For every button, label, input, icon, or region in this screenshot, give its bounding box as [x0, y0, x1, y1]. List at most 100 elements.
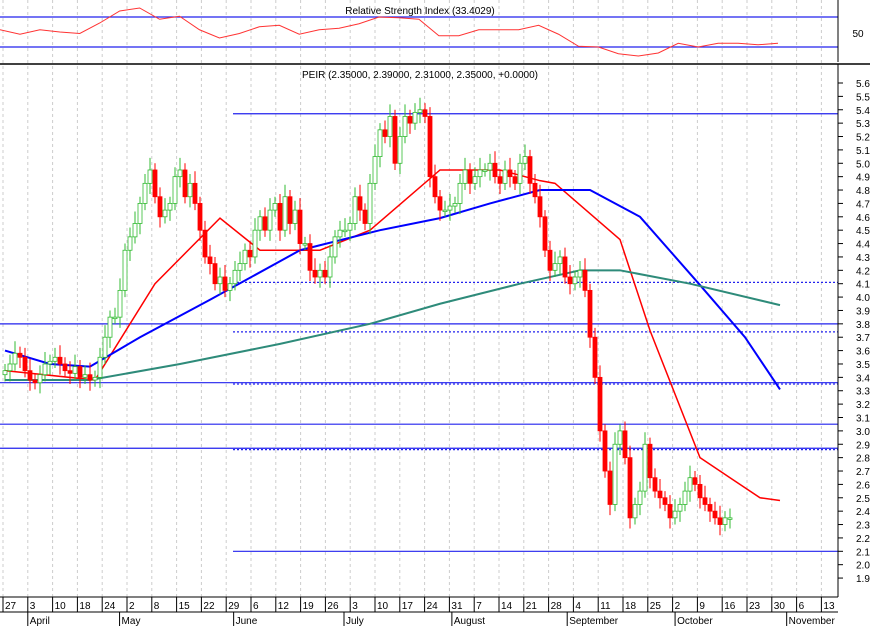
candle	[167, 196, 173, 221]
candle-body	[257, 216, 263, 231]
candle-body	[527, 156, 533, 184]
candle-body	[127, 236, 133, 251]
y-tick-label: 4.9	[856, 173, 870, 184]
candle-body	[37, 374, 43, 384]
y-tick-label: 3.3	[856, 387, 870, 398]
candle-body	[407, 116, 413, 124]
candle-body	[132, 223, 138, 238]
x-tick-label: 6	[253, 601, 259, 612]
candle-body	[187, 182, 193, 198]
candle-body	[397, 136, 403, 164]
candle	[517, 153, 523, 195]
candle	[632, 497, 638, 525]
candle	[607, 461, 613, 516]
y-axis: 5.6 5.5 5.4 5.3 5.2 5.1 5.0 4.9 4.8 4.7 4.6 4.5 4.4 4…	[837, 64, 870, 597]
candle-body	[222, 276, 228, 291]
candle	[307, 234, 313, 282]
candle-body	[147, 169, 153, 184]
candle-body	[482, 169, 488, 172]
x-tick-label: 25	[650, 601, 662, 612]
candle-body	[632, 504, 638, 519]
x-tick-label: 15	[179, 601, 191, 612]
candle-body	[367, 182, 373, 224]
candle-body	[372, 156, 378, 184]
x-axis: 27 3 10 18 24 2 8 15 22 29 6 12 19 26 3 10 17 24 31 7 14 21 28…	[0, 596, 838, 627]
candle	[37, 365, 43, 394]
x-tick-label: 2	[675, 601, 681, 612]
candle	[27, 358, 33, 391]
candle-body	[182, 169, 188, 198]
candle-body	[447, 205, 453, 211]
candle-body	[317, 269, 323, 278]
candle	[677, 497, 683, 522]
candle-body	[607, 470, 613, 505]
candle-body	[567, 276, 573, 285]
candle	[507, 157, 513, 188]
x-tick-label: 3	[352, 601, 358, 612]
candle-body	[472, 176, 478, 184]
candle	[292, 200, 298, 231]
candle	[267, 198, 273, 241]
y-tick-label: 2.4	[856, 507, 870, 518]
x-tick-label: 27	[5, 601, 17, 612]
candle-body	[542, 216, 548, 251]
y-tick-label: 2.2	[856, 534, 870, 545]
candle	[117, 278, 123, 328]
candle-body	[532, 182, 538, 198]
candle-body	[717, 517, 723, 525]
candle	[522, 144, 528, 170]
y-tick-label: 1.9	[856, 574, 870, 585]
candle	[427, 107, 433, 188]
candle-body	[342, 229, 348, 233]
candle-body	[582, 269, 588, 291]
candle-body	[22, 356, 28, 372]
candle-body	[572, 276, 578, 285]
x-tick-label: 24	[427, 601, 439, 612]
candle-body	[92, 376, 98, 381]
y-tick-label: 2.0	[856, 561, 870, 572]
candle	[727, 508, 733, 529]
candle-body	[7, 363, 13, 372]
candle-body	[417, 109, 423, 113]
candle	[482, 163, 488, 177]
candle-body	[552, 263, 558, 271]
candle	[2, 363, 8, 382]
candle-body	[387, 116, 393, 137]
candle	[227, 277, 233, 302]
x-month-label: October	[677, 616, 713, 627]
candle	[562, 247, 568, 284]
ma-line-short	[4, 169, 781, 502]
candle-body	[337, 229, 343, 238]
candle	[327, 244, 333, 288]
y-tick-label: 5.0	[856, 159, 870, 170]
candle	[667, 495, 673, 529]
y-tick-label: 4.5	[856, 226, 870, 237]
candle	[622, 421, 628, 465]
candle-body	[217, 276, 223, 285]
candle-body	[707, 504, 713, 512]
candle-body	[47, 360, 53, 365]
candle-body	[117, 289, 123, 318]
candle-body	[302, 243, 308, 246]
candle-body	[442, 209, 448, 213]
candle	[172, 167, 178, 211]
candle	[387, 104, 393, 148]
candle	[122, 243, 128, 298]
y-tick-label: 2.8	[856, 454, 870, 465]
candle-body	[512, 176, 518, 184]
candle	[17, 346, 23, 368]
y-tick-label: 3.8	[856, 320, 870, 331]
candle	[212, 256, 218, 291]
candle	[642, 432, 648, 498]
candle-body	[667, 504, 673, 519]
x-tick-label: 16	[724, 601, 736, 612]
x-tick-label: 7	[476, 601, 482, 612]
candle	[247, 240, 253, 268]
x-month-label: April	[30, 616, 50, 627]
candle	[542, 210, 548, 257]
candle-body	[67, 370, 73, 374]
candle	[457, 173, 463, 215]
x-tick-label: 19	[303, 601, 315, 612]
y-tick-label: 5.4	[856, 106, 870, 117]
y-tick-label: 2.1	[856, 547, 870, 558]
